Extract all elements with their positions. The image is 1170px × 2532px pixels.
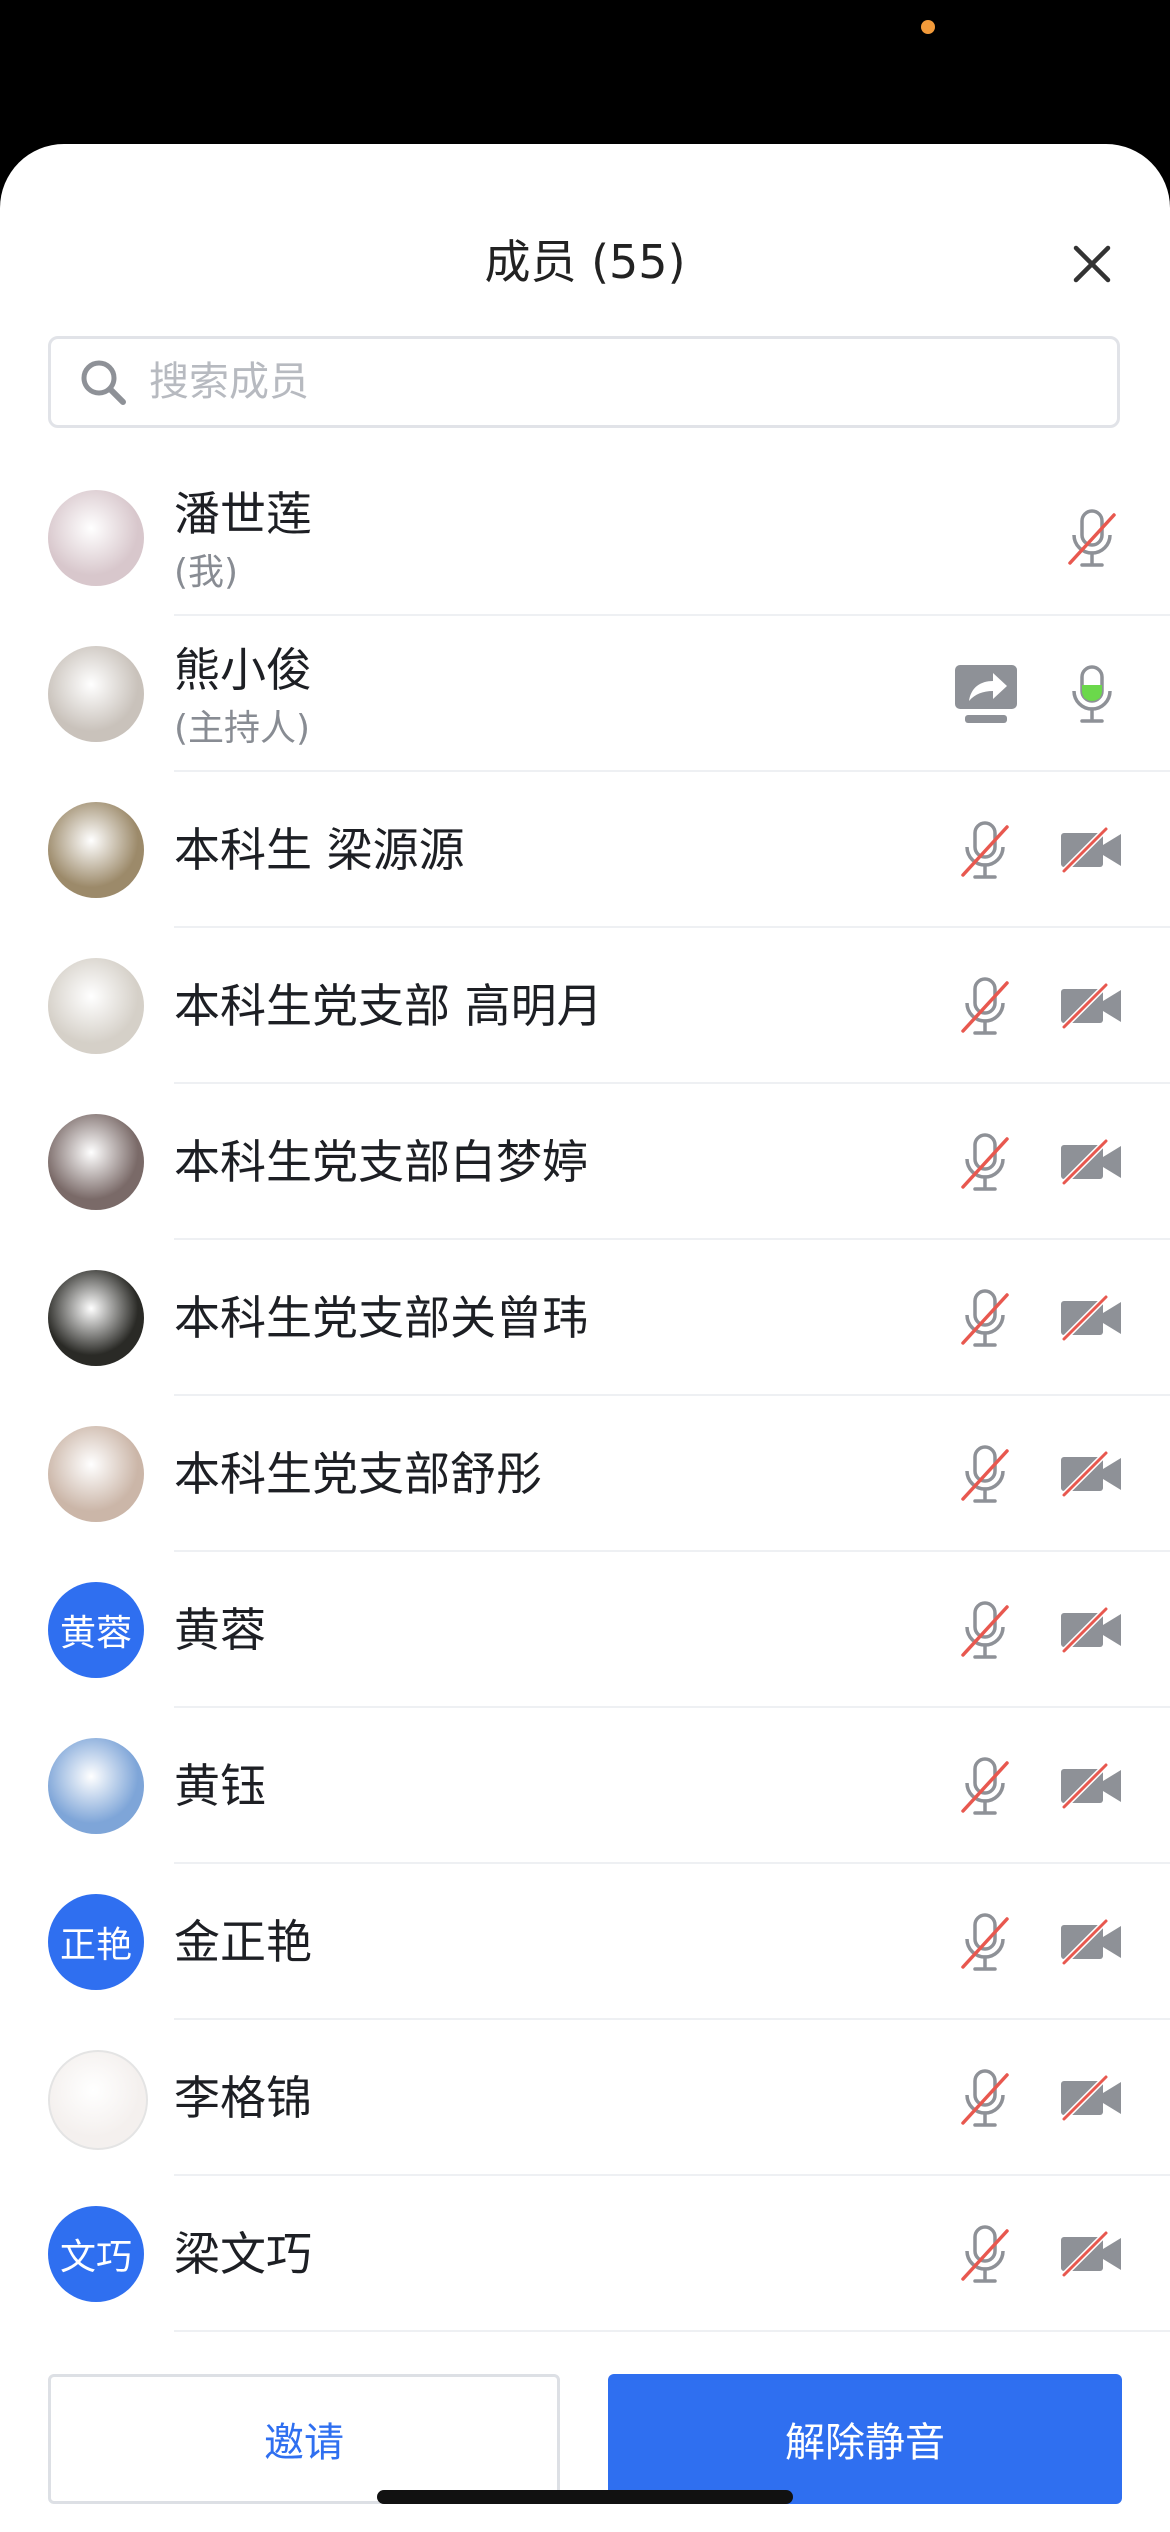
avatar: [48, 958, 144, 1054]
member-row[interactable]: 潘世莲 (我): [0, 460, 1170, 616]
avatar: [48, 1738, 144, 1834]
mic-muted-icon[interactable]: [953, 2066, 1017, 2130]
camera-off-icon[interactable]: [1056, 1600, 1126, 1660]
member-name: 本科生党支部关曾玮: [174, 1291, 588, 1345]
camera-off-icon[interactable]: [1056, 820, 1126, 880]
avatar: [48, 1426, 144, 1522]
mic-muted-icon[interactable]: [1060, 506, 1124, 570]
avatar: [48, 1270, 144, 1366]
members-sheet: 成员 (55) 潘世莲 (我) 熊小俊 (主持人) 本科生 梁源源: [0, 144, 1170, 2532]
member-row[interactable]: 本科生党支部舒彤: [0, 1396, 1170, 1552]
page-title: 成员 (55): [484, 235, 686, 289]
bottom-bar: 邀请 解除静音: [0, 2356, 1170, 2532]
member-list: 潘世莲 (我) 熊小俊 (主持人) 本科生 梁源源 本科生党支部 高明月 本科生党支…: [0, 460, 1170, 2332]
unmute-button[interactable]: 解除静音: [608, 2374, 1122, 2504]
invite-button[interactable]: 邀请: [48, 2374, 560, 2504]
member-role: (我): [174, 552, 239, 593]
camera-off-icon[interactable]: [1056, 1912, 1126, 1972]
camera-off-icon[interactable]: [1056, 1756, 1126, 1816]
avatar: 黄蓉: [48, 1582, 144, 1678]
camera-off-icon[interactable]: [1056, 1132, 1126, 1192]
mic-muted-icon[interactable]: [953, 1130, 1017, 1194]
mic-muted-icon[interactable]: [953, 1286, 1017, 1350]
mic-muted-icon[interactable]: [953, 1910, 1017, 1974]
search-input[interactable]: [147, 358, 1051, 406]
member-name: 本科生 梁源源: [174, 823, 465, 877]
close-icon: [1073, 245, 1111, 283]
member-name: 本科生党支部 高明月: [174, 979, 603, 1033]
member-name: 本科生党支部白梦婷: [174, 1135, 588, 1189]
home-indicator[interactable]: [377, 2490, 793, 2504]
member-name: 本科生党支部舒彤: [174, 1447, 542, 1501]
member-name: 黄蓉: [174, 1603, 266, 1657]
member-row[interactable]: 本科生党支部白梦婷: [0, 1084, 1170, 1240]
member-row[interactable]: 本科生党支部 高明月: [0, 928, 1170, 1084]
member-row[interactable]: 黄钰: [0, 1708, 1170, 1864]
camera-off-icon[interactable]: [1056, 2068, 1126, 2128]
sheet-header: 成员 (55): [0, 144, 1170, 334]
search-icon: [73, 352, 133, 412]
avatar: [48, 490, 144, 586]
camera-off-icon[interactable]: [1056, 1444, 1126, 1504]
member-role: (主持人): [174, 708, 311, 749]
camera-off-icon[interactable]: [1056, 976, 1126, 1036]
member-row[interactable]: 文巧 梁文巧: [0, 2176, 1170, 2332]
screen-share-icon: [952, 660, 1020, 728]
mic-muted-icon[interactable]: [953, 2222, 1017, 2286]
member-name: 熊小俊: [174, 643, 312, 697]
avatar: [48, 802, 144, 898]
mic-on-icon[interactable]: [1060, 662, 1124, 726]
member-row[interactable]: 正艳 金正艳: [0, 1864, 1170, 2020]
avatar: 正艳: [48, 1894, 144, 1990]
avatar: [48, 646, 144, 742]
mic-muted-icon[interactable]: [953, 974, 1017, 1038]
close-button[interactable]: [1062, 234, 1122, 294]
row-divider: [174, 2330, 1170, 2332]
mic-muted-icon[interactable]: [953, 1598, 1017, 1662]
mic-muted-icon[interactable]: [953, 818, 1017, 882]
mic-muted-icon[interactable]: [953, 1442, 1017, 1506]
member-row[interactable]: 本科生党支部关曾玮: [0, 1240, 1170, 1396]
member-row[interactable]: 李格锦: [0, 2020, 1170, 2176]
avatar: [48, 2050, 148, 2150]
member-row[interactable]: 黄蓉 黄蓉: [0, 1552, 1170, 1708]
search-box[interactable]: [48, 336, 1120, 428]
member-name: 潘世莲: [174, 487, 312, 541]
mic-muted-icon[interactable]: [953, 1754, 1017, 1818]
camera-off-icon[interactable]: [1056, 2224, 1126, 2284]
member-name: 梁文巧: [174, 2227, 312, 2281]
member-name: 金正艳: [174, 1915, 312, 1969]
member-row[interactable]: 本科生 梁源源: [0, 772, 1170, 928]
member-row[interactable]: 熊小俊 (主持人): [0, 616, 1170, 772]
avatar: 文巧: [48, 2206, 144, 2302]
member-name: 黄钰: [174, 1759, 266, 1813]
camera-indicator-dot: [921, 20, 935, 34]
camera-off-icon[interactable]: [1056, 1288, 1126, 1348]
member-name: 李格锦: [174, 2071, 312, 2125]
avatar: [48, 1114, 144, 1210]
